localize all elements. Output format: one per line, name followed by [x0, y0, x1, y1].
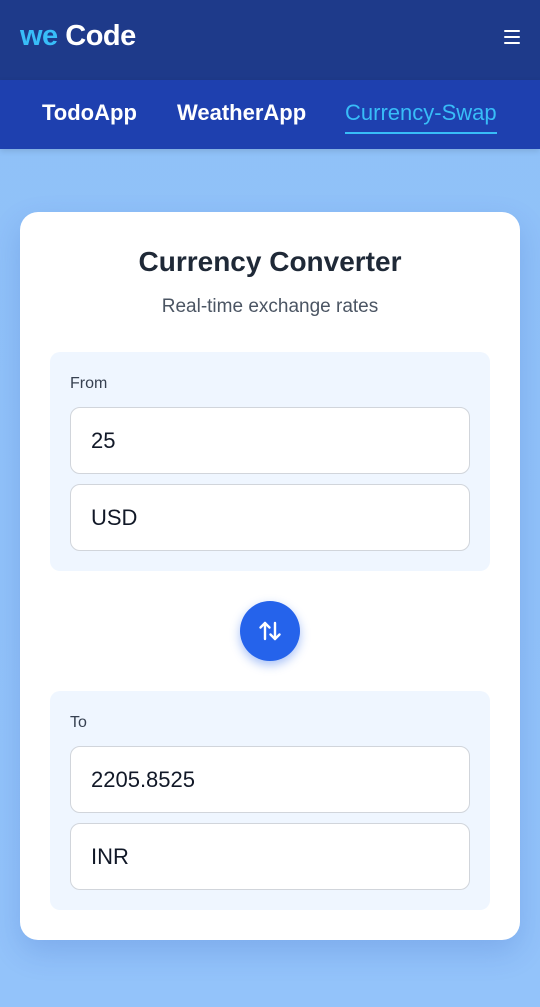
to-label: To	[70, 714, 87, 731]
from-panel: From 25 USD	[50, 352, 490, 571]
swap-arrows-icon	[259, 621, 281, 641]
app-nav: TodoApp WeatherApp Currency-Swap	[0, 80, 540, 149]
from-currency-select[interactable]: USD	[70, 484, 470, 551]
nav-item-weatherapp[interactable]: WeatherApp	[177, 100, 306, 132]
from-label: From	[70, 375, 108, 392]
to-currency-select[interactable]: INR	[70, 823, 470, 890]
nav-item-todoapp[interactable]: TodoApp	[42, 100, 137, 132]
page-subtitle: Real-time exchange rates	[161, 296, 379, 317]
brand-code: Code	[65, 20, 136, 52]
to-amount-output[interactable]: 2205.8525	[70, 746, 470, 813]
top-bar: we Code	[0, 0, 540, 80]
hamburger-menu-icon[interactable]	[504, 28, 520, 46]
page-title: Currency Converter	[138, 246, 402, 277]
swap-button[interactable]	[240, 601, 300, 661]
from-amount-input[interactable]: 25	[70, 407, 470, 474]
brand-logo[interactable]: we Code	[20, 20, 136, 53]
nav-item-currency-swap[interactable]: Currency-Swap	[345, 100, 497, 134]
converter-card: Currency Converter Real-time exchange ra…	[20, 212, 520, 940]
to-panel: To 2205.8525 INR	[50, 691, 490, 910]
brand-we: we	[20, 20, 58, 52]
